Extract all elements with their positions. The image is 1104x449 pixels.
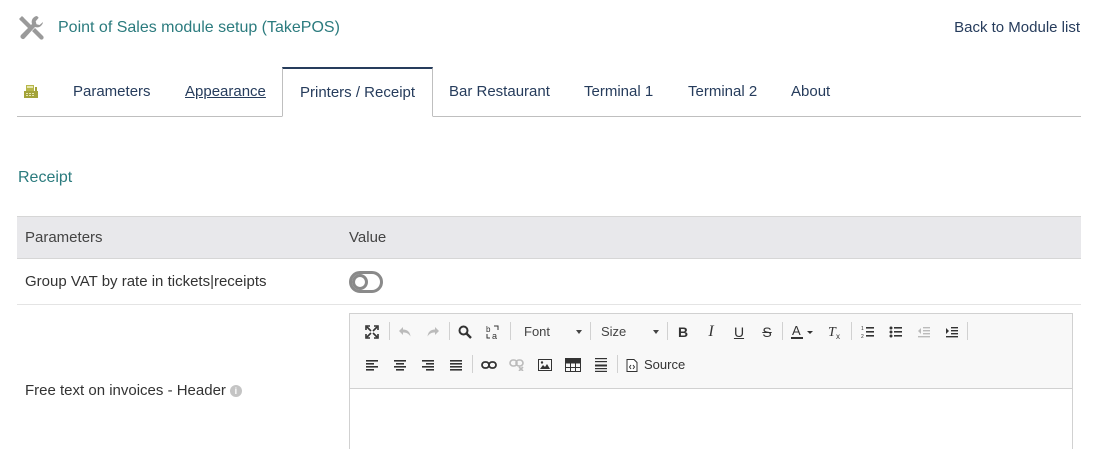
back-to-module-list-link[interactable]: Back to Module list <box>954 19 1080 36</box>
toolbar-separator <box>510 322 511 340</box>
editor-content-area[interactable] <box>350 389 1072 449</box>
param-label-free-text-header: Free text on invoices - Header i <box>25 382 242 399</box>
outdent-icon[interactable] <box>913 321 935 343</box>
source-label: Source <box>644 357 686 372</box>
unlink-icon[interactable] <box>506 354 528 376</box>
text-color-icon[interactable]: A <box>790 321 818 343</box>
underline-icon[interactable]: U <box>728 321 750 343</box>
source-icon <box>626 359 638 372</box>
indent-icon[interactable] <box>941 321 963 343</box>
maximize-icon[interactable] <box>361 321 383 343</box>
align-left-icon[interactable] <box>361 354 383 376</box>
table-row: Group VAT by rate in tickets|receipts <box>17 259 1081 305</box>
param-label-group-vat: Group VAT by rate in tickets|receipts <box>25 273 267 290</box>
tab-terminal-2[interactable]: Terminal 2 <box>688 67 757 117</box>
tab-terminal-1[interactable]: Terminal 1 <box>584 67 653 117</box>
link-icon[interactable] <box>478 354 500 376</box>
toolbar-line-1: ba Font Size B I U S A T x 1 2 <box>350 317 1072 345</box>
strikethrough-icon[interactable]: S <box>756 321 778 343</box>
svg-text:b: b <box>486 325 491 334</box>
toolbar-separator <box>617 355 618 373</box>
size-combo-label: Size <box>601 324 627 339</box>
toggle-knob <box>352 274 368 290</box>
toolbar-separator <box>851 322 852 340</box>
tab-bar: Parameters Appearance Printers / Receipt… <box>17 67 1081 117</box>
numbered-list-icon[interactable]: 12 <box>857 321 879 343</box>
table-row: Free text on invoices - Header i b a Fon… <box>17 305 1081 449</box>
toolbar-separator <box>967 322 968 340</box>
font-combo[interactable]: Font <box>524 321 582 343</box>
size-combo[interactable]: Size <box>601 321 659 343</box>
remove-format-icon[interactable]: Tx <box>824 321 846 343</box>
horizontal-line-icon[interactable] <box>590 354 612 376</box>
toolbar-separator <box>782 322 783 340</box>
image-icon[interactable] <box>534 354 556 376</box>
redo-icon[interactable] <box>422 321 444 343</box>
tab-appearance[interactable]: Appearance <box>185 67 266 117</box>
column-header-parameters: Parameters <box>25 229 103 246</box>
find-icon[interactable] <box>454 321 476 343</box>
parameters-table: Parameters Value Group VAT by rate in ti… <box>17 216 1081 449</box>
svg-text:A: A <box>792 324 801 338</box>
param-label-text: Free text on invoices - Header <box>25 382 226 399</box>
italic-icon[interactable]: I <box>700 321 722 343</box>
chevron-down-icon <box>653 330 659 334</box>
align-center-icon[interactable] <box>389 354 411 376</box>
svg-text:2: 2 <box>861 334 864 339</box>
source-button[interactable]: Source <box>626 354 685 376</box>
cash-register-icon <box>24 85 38 98</box>
replace-icon[interactable]: ba <box>482 321 504 343</box>
svg-text:a: a <box>492 331 497 340</box>
toolbar-separator <box>472 355 473 373</box>
table-header-row: Parameters Value <box>17 216 1081 259</box>
info-icon[interactable]: i <box>229 385 242 397</box>
tab-printers-receipt[interactable]: Printers / Receipt <box>282 67 434 117</box>
align-right-icon[interactable] <box>417 354 439 376</box>
font-combo-label: Font <box>524 324 551 339</box>
svg-text:1: 1 <box>861 326 864 332</box>
toolbar-separator <box>389 322 390 340</box>
group-vat-toggle[interactable] <box>349 271 383 293</box>
chevron-down-icon <box>576 330 582 334</box>
bold-icon[interactable]: B <box>672 321 694 343</box>
editor-toolbar: ba Font Size B I U S A T x 1 2 Source <box>350 314 1072 389</box>
svg-text:x: x <box>836 332 840 340</box>
rich-text-editor: ba Font Size B I U S A T x 1 2 Source <box>349 313 1073 449</box>
toolbar-separator <box>667 322 668 340</box>
justify-icon[interactable] <box>445 354 467 376</box>
page-title: Point of Sales module setup (TakePOS) <box>58 19 340 36</box>
toolbar-separator <box>590 322 591 340</box>
tab-bar-restaurant[interactable]: Bar Restaurant <box>449 67 550 117</box>
undo-icon[interactable] <box>394 321 416 343</box>
table-icon[interactable] <box>562 354 584 376</box>
toolbar-separator <box>449 322 450 340</box>
page-header: Point of Sales module setup (TakePOS) Ba… <box>0 0 1104 56</box>
section-title-receipt: Receipt <box>18 169 73 186</box>
column-header-value: Value <box>349 229 387 246</box>
tab-parameters[interactable]: Parameters <box>73 67 151 117</box>
tools-icon <box>19 16 44 40</box>
bulleted-list-icon[interactable] <box>885 321 907 343</box>
toolbar-line-2: Source <box>350 350 1072 378</box>
tab-about[interactable]: About <box>791 67 830 117</box>
